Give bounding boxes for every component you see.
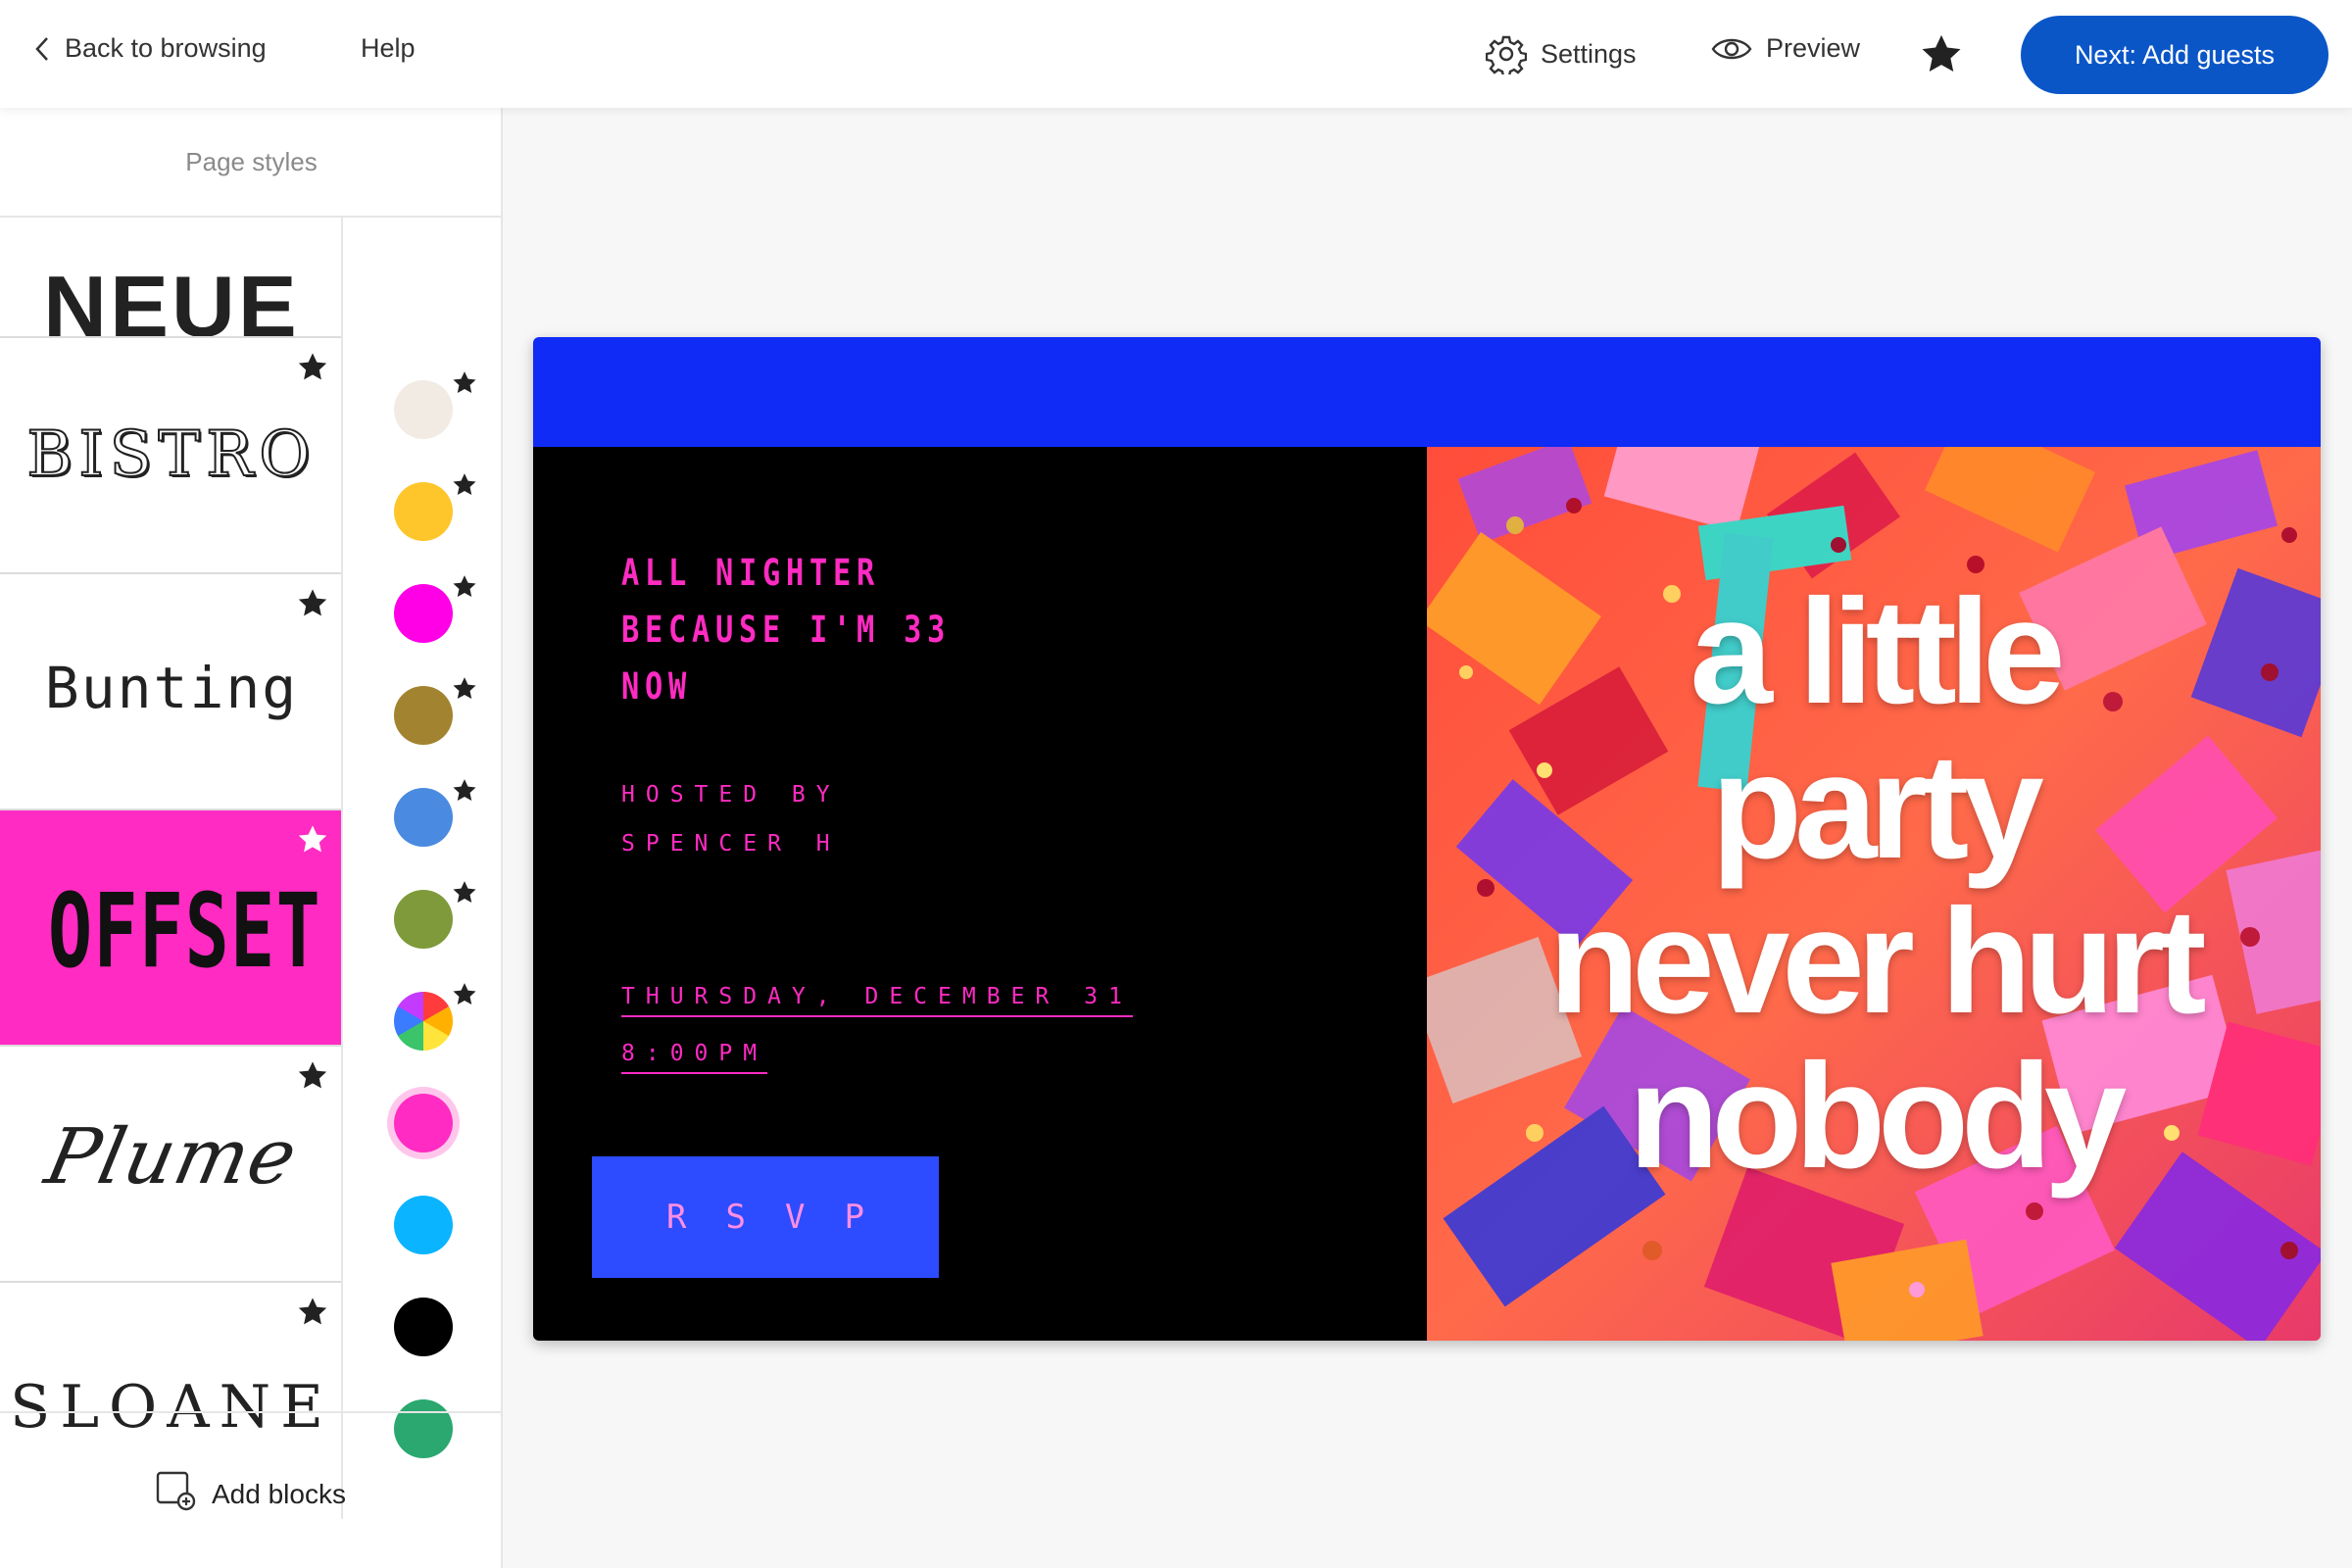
top-bar: Back to browsing Help Settings Preview N… (0, 0, 2352, 108)
add-blocks-button[interactable]: Add blocks (155, 1470, 346, 1518)
page-styles-sidebar: Page styles NEUE BISTRO Bunting OFFSET P… (0, 108, 503, 1568)
color-swatch[interactable] (394, 482, 453, 541)
color-palette-list[interactable] (345, 218, 503, 1519)
event-title-line: BECAUSE I'M 33 (621, 609, 952, 651)
settings-button[interactable]: Settings (1486, 33, 1637, 74)
headline-line: nobody (1628, 1033, 2128, 1200)
rsvp-button[interactable]: RSVP (592, 1156, 939, 1278)
settings-label: Settings (1541, 38, 1637, 69)
add-block-icon (155, 1470, 196, 1518)
preview-label: Preview (1766, 33, 1861, 63)
add-blocks-label: Add blocks (212, 1478, 346, 1509)
help-link[interactable]: Help (361, 33, 416, 64)
color-swatch-selected[interactable] (394, 1094, 453, 1152)
star-icon[interactable] (451, 778, 478, 808)
font-tile-plume[interactable]: Plume (0, 1047, 341, 1283)
headline-line: never hurt (1548, 878, 2206, 1045)
invitation-details-panel[interactable]: ALL NIGHTER BECAUSE I'M 33 NOW HOSTED BY… (533, 447, 1427, 1341)
chevron-left-icon (33, 35, 51, 63)
help-label: Help (361, 33, 416, 63)
invitation-card[interactable]: ALL NIGHTER BECAUSE I'M 33 NOW HOSTED BY… (533, 337, 2321, 1341)
star-icon[interactable] (296, 352, 329, 388)
host-name: SPENCER H (621, 831, 841, 857)
font-style-list[interactable]: NEUE BISTRO Bunting OFFSET Plume SLOANE (0, 218, 343, 1519)
back-to-browsing-link[interactable]: Back to browsing (33, 33, 267, 64)
headline-line: a little (1690, 568, 2065, 735)
color-swatch[interactable] (394, 380, 453, 439)
star-icon[interactable] (451, 676, 478, 707)
star-icon[interactable] (451, 370, 478, 401)
event-title[interactable]: ALL NIGHTER BECAUSE I'M 33 NOW (621, 545, 1007, 715)
multicolor-swatch[interactable] (394, 992, 453, 1051)
divider (0, 1411, 503, 1413)
invitation-header-bar[interactable] (533, 337, 2321, 447)
event-title-line: NOW (621, 665, 693, 708)
color-swatch[interactable] (394, 890, 453, 949)
star-icon[interactable] (451, 574, 478, 605)
image-headline-text[interactable]: a little party never hurt nobody (1427, 574, 2321, 1194)
color-swatch[interactable] (394, 1399, 453, 1458)
font-tile-bistro[interactable]: BISTRO (0, 338, 341, 574)
star-icon[interactable] (296, 824, 329, 860)
color-swatch[interactable] (394, 584, 453, 643)
color-swatch[interactable] (394, 1196, 453, 1254)
host-info[interactable]: HOSTED BY SPENCER H (621, 770, 841, 868)
font-name: NEUE (43, 258, 300, 338)
preview-button[interactable]: Preview (1711, 33, 1860, 64)
font-name: SLOANE (10, 1373, 333, 1442)
font-tile-neue[interactable]: NEUE (0, 218, 341, 338)
font-name: BISTRO (25, 417, 317, 492)
event-title-line: ALL NIGHTER (621, 552, 881, 594)
star-icon[interactable] (296, 1060, 329, 1097)
font-tile-offset[interactable]: OFFSET (0, 810, 341, 1047)
eye-icon (1711, 34, 1752, 64)
star-icon[interactable] (451, 982, 478, 1012)
font-name: Plume (38, 1113, 305, 1201)
star-icon[interactable] (451, 472, 478, 503)
gear-icon (1486, 33, 1527, 74)
font-tile-bunting[interactable]: Bunting (0, 574, 341, 810)
next-add-guests-button[interactable]: Next: Add guests (2021, 16, 2328, 94)
star-icon[interactable] (296, 1297, 329, 1333)
star-icon[interactable] (451, 880, 478, 910)
back-label: Back to browsing (65, 33, 267, 63)
star-icon[interactable] (296, 588, 329, 624)
event-time[interactable]: 8:00PM (621, 1039, 768, 1074)
event-date[interactable]: THURSDAY, DECEMBER 31 (621, 982, 1133, 1017)
font-name: OFFSET (47, 871, 322, 991)
headline-line: party (1711, 723, 2044, 890)
invitation-image[interactable]: a little party never hurt nobody (1427, 447, 2321, 1341)
hosted-by-label: HOSTED BY (621, 782, 841, 808)
font-name: Bunting (44, 655, 299, 721)
favorite-star-icon[interactable] (1919, 33, 1964, 81)
sidebar-title: Page styles (185, 147, 318, 176)
color-swatch[interactable] (394, 686, 453, 745)
event-datetime[interactable]: THURSDAY, DECEMBER 31 8:00PM (621, 972, 1133, 1086)
color-swatch[interactable] (394, 1298, 453, 1356)
color-swatch[interactable] (394, 788, 453, 847)
